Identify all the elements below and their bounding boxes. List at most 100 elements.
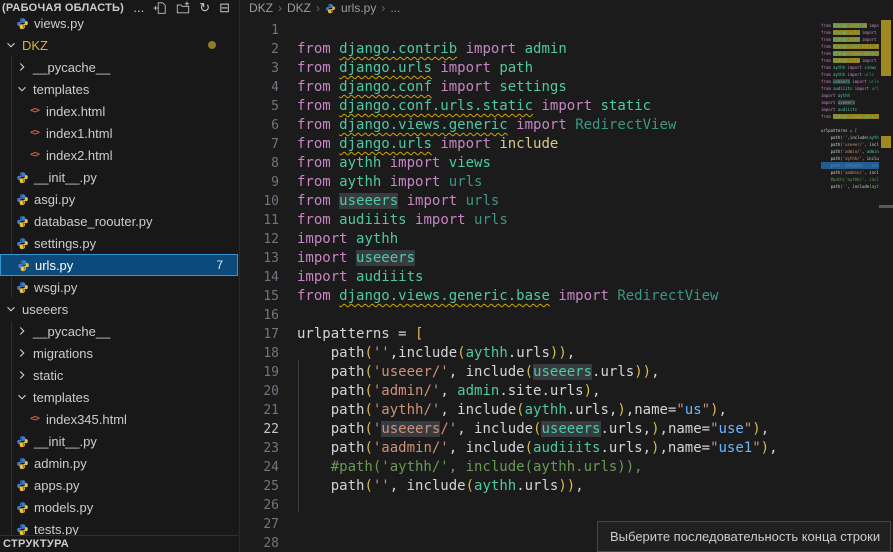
code-line-18[interactable]: 18 path('',include(aythh.urls)), <box>240 344 820 363</box>
refresh-icon[interactable]: ↻ <box>199 1 210 14</box>
code-line-3[interactable]: 3from django.urls import path <box>240 59 820 78</box>
tree-item-dkz[interactable]: DKZ <box>0 34 238 56</box>
code-token: import <box>848 72 862 77</box>
code-token: , include <box>848 184 870 189</box>
line-content: from audiiits import urls <box>297 211 508 230</box>
tree-item-templates[interactable]: templates <box>0 386 238 408</box>
chevron-down-icon[interactable] <box>4 38 18 52</box>
tree-item-index-html[interactable]: <> index.html <box>0 100 238 122</box>
tree-item--init-py[interactable]: __init__.py <box>0 166 238 188</box>
code-line-1[interactable]: 1 <box>240 21 820 40</box>
code-token: path <box>821 135 840 140</box>
code-token: from <box>821 79 831 84</box>
code-token: from <box>297 155 331 171</box>
code-token: from <box>821 23 831 28</box>
tree-item--init-py[interactable]: __init__.py <box>0 430 238 452</box>
code-line-24[interactable]: 24 #path('aythh/', include(aythh.urls)), <box>240 458 820 477</box>
minimap-line: from django.conf import settings <box>821 36 879 43</box>
tree-item-label: __pycache__ <box>33 324 110 339</box>
code-line-14[interactable]: 14import audiiits <box>240 268 820 287</box>
code-token: urls <box>872 86 879 91</box>
code-area[interactable]: 12from django.contrib import admin3from … <box>240 16 820 552</box>
code-token: ( <box>364 383 372 399</box>
line-number: 13 <box>240 249 297 268</box>
breadcrumb-item[interactable]: DKZ <box>249 1 273 15</box>
code-token: django.conf <box>339 79 432 95</box>
code-line-5[interactable]: 5from django.conf.urls.static import sta… <box>240 97 820 116</box>
tree-item-models-py[interactable]: models.py <box>0 496 238 518</box>
html-file-icon: <> <box>27 106 42 116</box>
code-line-20[interactable]: 20 path('admin/', admin.site.urls), <box>240 382 820 401</box>
code-token: 'useeer/' <box>373 364 449 380</box>
code-token: from <box>297 212 331 228</box>
tree-item-asgi-py[interactable]: asgi.py <box>0 188 238 210</box>
code-token <box>466 212 474 228</box>
code-line-8[interactable]: 8from aythh import views <box>240 154 820 173</box>
code-line-17[interactable]: 17urlpatterns = [ <box>240 325 820 344</box>
outline-section-header[interactable]: СТРУКТУРА <box>0 535 238 552</box>
code-line-6[interactable]: 6from django.views.generic import Redire… <box>240 116 820 135</box>
code-line-22[interactable]: 22 path('useeers/', include(useeers.urls… <box>240 420 820 439</box>
line-number: 14 <box>240 268 297 287</box>
code-line-15[interactable]: 15from django.views.generic.base import … <box>240 287 820 306</box>
breadcrumb-item[interactable]: ... <box>390 1 400 15</box>
code-line-7[interactable]: 7from django.urls import include <box>240 135 820 154</box>
overview-ruler[interactable] <box>879 0 893 552</box>
tree-item-views-py[interactable]: views.py <box>0 12 238 34</box>
chevron-right-icon[interactable] <box>15 368 29 382</box>
code-token: path <box>297 345 364 361</box>
code-token <box>331 79 339 95</box>
tree-item-index1-html[interactable]: <>index1.html <box>0 122 238 144</box>
chevron-down-icon[interactable] <box>15 390 29 404</box>
code-line-13[interactable]: 13import useeers <box>240 249 820 268</box>
code-line-11[interactable]: 11from audiiits import urls <box>240 211 820 230</box>
code-token: )) <box>550 345 567 361</box>
code-line-2[interactable]: 2from django.contrib import admin <box>240 40 820 59</box>
tree-item--pycache-[interactable]: __pycache__ <box>0 56 238 78</box>
chevron-right-icon[interactable] <box>15 346 29 360</box>
code-line-10[interactable]: 10from useeers import urls <box>240 192 820 211</box>
code-token: from <box>821 65 831 70</box>
code-line-4[interactable]: 4from django.conf import settings <box>240 78 820 97</box>
new-file-icon[interactable] <box>153 1 167 15</box>
collapse-all-icon[interactable]: ⊟ <box>219 1 230 14</box>
tree-item-label: index.html <box>46 104 105 119</box>
more-actions-button[interactable]: ... <box>133 1 144 14</box>
tree-item-useeers[interactable]: useeers <box>0 298 238 320</box>
breadcrumb-item[interactable]: DKZ <box>287 1 311 15</box>
tree-item-admin-py[interactable]: admin.py <box>0 452 238 474</box>
code-token: import <box>516 117 567 133</box>
tree-item--pycache-[interactable]: __pycache__ <box>0 320 238 342</box>
code-token <box>516 41 524 57</box>
tree-item-settings-py[interactable]: settings.py <box>0 232 238 254</box>
minimap-line <box>821 120 879 127</box>
tree-item-index2-html[interactable]: <>index2.html <box>0 144 238 166</box>
code-line-23[interactable]: 23 path('aadmin/', include(audiiits.urls… <box>240 439 820 458</box>
minimap-line: from aythh import views <box>821 64 879 71</box>
tree-item-label: views.py <box>34 16 84 31</box>
code-line-25[interactable]: 25 path('', include(aythh.urls)), <box>240 477 820 496</box>
python-file-icon <box>15 215 30 228</box>
chevron-right-icon[interactable] <box>15 60 29 74</box>
chevron-right-icon[interactable] <box>15 324 29 338</box>
tree-item-static[interactable]: static <box>0 364 238 386</box>
code-line-19[interactable]: 19 path('useeer/', include(useeers.urls)… <box>240 363 820 382</box>
code-line-9[interactable]: 9from aythh import urls <box>240 173 820 192</box>
tree-item-database-roouter-py[interactable]: database_roouter.py <box>0 210 238 232</box>
tree-item-index345-html[interactable]: <>index345.html <box>0 408 238 430</box>
code-line-16[interactable]: 16 <box>240 306 820 325</box>
code-line-21[interactable]: 21 path('aythh/', include(aythh.urls,),n… <box>240 401 820 420</box>
tree-item-templates[interactable]: templates <box>0 78 238 100</box>
breadcrumb-item[interactable]: urls.py <box>341 1 376 15</box>
tree-item-migrations[interactable]: migrations <box>0 342 238 364</box>
code-line-12[interactable]: 12import aythh <box>240 230 820 249</box>
code-line-26[interactable]: 26 <box>240 496 820 515</box>
minimap[interactable]: from django.contrib import adminfrom dja… <box>821 15 879 225</box>
chevron-down-icon[interactable] <box>4 302 18 316</box>
line-content: path('aadmin/', include(audiiits.urls,),… <box>297 439 778 458</box>
tree-item-wsgi-py[interactable]: wsgi.py <box>0 276 238 298</box>
tree-item-apps-py[interactable]: apps.py <box>0 474 238 496</box>
new-folder-icon[interactable] <box>176 1 190 15</box>
tree-item-urls-py[interactable]: urls.py7 <box>0 254 238 276</box>
chevron-down-icon[interactable] <box>15 82 29 96</box>
